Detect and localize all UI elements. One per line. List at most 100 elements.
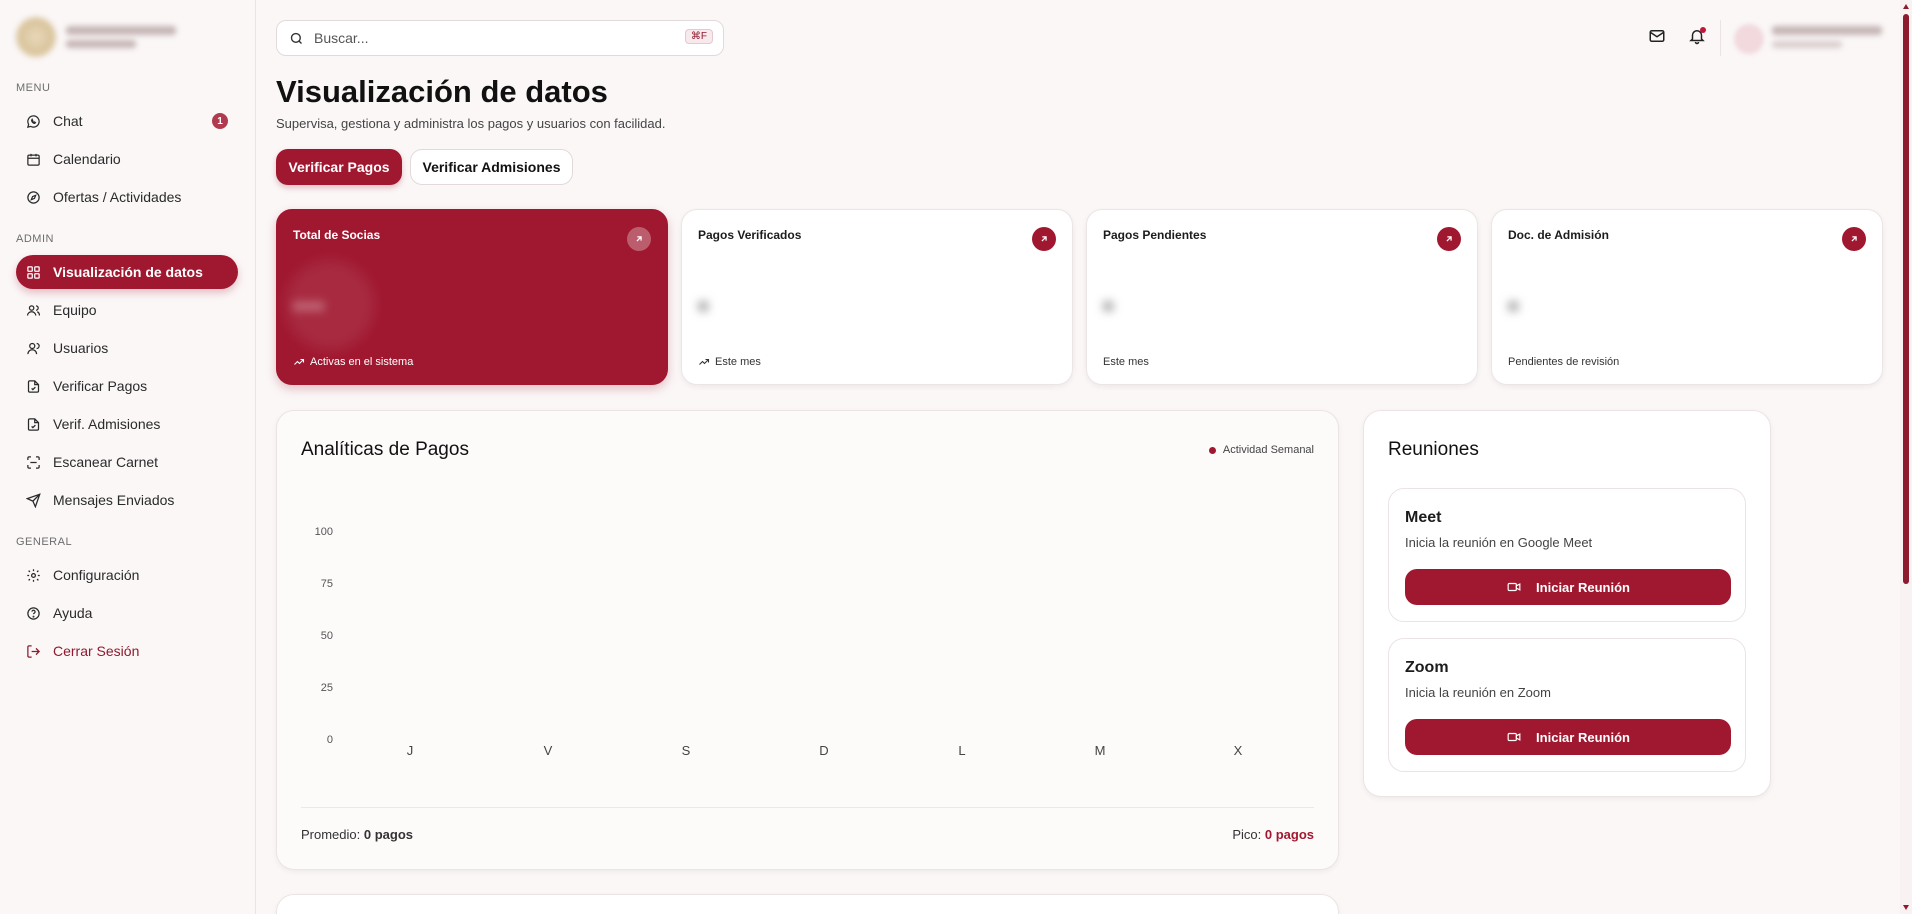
stat-value-redacted: • — [1103, 290, 1114, 323]
scroll-thumb[interactable] — [1903, 14, 1909, 584]
chat-unread-badge: 1 — [212, 113, 228, 129]
stat-footer: Pendientes de revisión — [1508, 356, 1620, 368]
sidebar: MENU Chat 1 Calendario Ofertas / Activid… — [0, 0, 256, 914]
y-tick-label: 0 — [327, 734, 333, 746]
arrow-up-right-icon[interactable] — [1032, 227, 1056, 251]
meeting-description: Inicia la reunión en Zoom — [1405, 685, 1551, 700]
sidebar-item-label: Ofertas / Actividades — [53, 189, 182, 205]
sidebar-item-configuracion[interactable]: Configuración — [16, 558, 238, 592]
verificar-pagos-button[interactable]: Verificar Pagos — [276, 149, 402, 185]
sidebar-item-mensajes-enviados[interactable]: Mensajes Enviados — [16, 483, 238, 517]
chat-icon — [26, 114, 40, 128]
sidebar-item-escanear-carnet[interactable]: Escanear Carnet — [16, 445, 238, 479]
x-tick-label: M — [1095, 743, 1106, 758]
stat-value-redacted: ••• — [293, 290, 325, 323]
y-tick-label: 25 — [321, 682, 333, 694]
search-input[interactable] — [314, 30, 674, 46]
search-bar[interactable]: ⌘F — [276, 20, 724, 56]
stat-title: Total de Socias — [293, 228, 381, 242]
calendar-icon — [27, 153, 40, 166]
sidebar-item-calendario[interactable]: Calendario — [16, 142, 238, 176]
stat-card-pagos-verificados[interactable]: Pagos Verificados • Este mes — [681, 209, 1073, 385]
brand-name — [66, 26, 176, 48]
stat-card-total-socias[interactable]: Total de Socias ••• Activas en el sistem… — [276, 209, 668, 385]
sidebar-item-visualizacion[interactable]: Visualización de datos — [16, 255, 238, 289]
scroll-down-arrow[interactable] — [1903, 905, 1909, 910]
start-meet-button[interactable]: Iniciar Reunión — [1405, 569, 1731, 605]
stat-value-redacted: • — [698, 290, 709, 323]
scan-icon — [27, 455, 40, 469]
chart-average: Promedio: 0 pagos — [301, 827, 413, 842]
gear-icon — [27, 568, 40, 582]
x-tick-label: S — [682, 743, 691, 758]
page-subtitle: Supervisa, gestiona y administra los pag… — [276, 116, 666, 131]
meeting-card-meet: Meet Inicia la reunión en Google Meet In… — [1388, 488, 1746, 622]
stat-title: Pagos Pendientes — [1103, 228, 1207, 242]
sidebar-item-label: Mensajes Enviados — [53, 492, 175, 508]
stat-title: Pagos Verificados — [698, 228, 802, 242]
compass-icon — [27, 190, 40, 204]
mail-icon[interactable] — [1648, 27, 1666, 45]
sidebar-item-label: Equipo — [53, 302, 97, 318]
sidebar-item-label: Escanear Carnet — [53, 454, 159, 470]
stat-footer: Este mes — [698, 356, 761, 368]
dashboard-grid-icon — [27, 265, 40, 279]
y-tick-label: 100 — [315, 526, 333, 538]
stat-card-doc-admision[interactable]: Doc. de Admisión • Pendientes de revisió… — [1491, 209, 1883, 385]
chart-peak: Pico: 0 pagos — [1232, 827, 1314, 842]
sidebar-item-usuarios[interactable]: Usuarios — [16, 331, 238, 365]
meetings-panel: Reuniones Meet Inicia la reunión en Goog… — [1363, 410, 1771, 797]
file-check-icon — [27, 417, 40, 431]
sidebar-item-label: Verif. Admisiones — [53, 416, 161, 432]
stat-footer: Este mes — [1103, 356, 1149, 368]
notification-dot — [1700, 27, 1706, 33]
next-panel — [276, 894, 1339, 914]
sidebar-item-ofertas[interactable]: Ofertas / Actividades — [16, 180, 238, 214]
search-shortcut-hint: ⌘F — [684, 29, 713, 44]
sidebar-item-verif-admisiones[interactable]: Verif. Admisiones — [16, 407, 238, 441]
brand-logo[interactable] — [16, 14, 186, 60]
sidebar-item-label: Configuración — [53, 567, 140, 583]
help-icon — [27, 606, 40, 620]
meetings-title: Reuniones — [1388, 439, 1479, 460]
meeting-name: Meet — [1405, 509, 1442, 526]
trending-up-icon — [699, 358, 710, 365]
arrow-up-right-icon[interactable] — [1842, 227, 1866, 251]
team-icon — [26, 304, 41, 316]
sidebar-item-label: Cerrar Sesión — [53, 643, 140, 659]
video-camera-icon — [1507, 732, 1521, 742]
sidebar-item-chat[interactable]: Chat 1 — [16, 104, 238, 138]
page-scrollbar[interactable] — [1900, 0, 1912, 914]
logo-icon — [16, 17, 56, 57]
payments-analytics-panel: Analíticas de Pagos Actividad Semanal 02… — [276, 410, 1339, 870]
chart-footer-divider — [301, 807, 1314, 808]
scroll-up-arrow[interactable] — [1903, 4, 1909, 9]
stat-value-redacted: • — [1508, 290, 1519, 323]
sidebar-item-label: Calendario — [53, 151, 121, 167]
sidebar-item-label: Visualización de datos — [53, 264, 203, 280]
sidebar-item-label: Chat — [53, 113, 83, 129]
send-icon — [26, 492, 41, 508]
sidebar-item-cerrar-sesion[interactable]: Cerrar Sesión — [16, 634, 238, 668]
stat-card-pagos-pendientes[interactable]: Pagos Pendientes • Este mes — [1086, 209, 1478, 385]
avatar[interactable] — [1734, 24, 1764, 54]
sidebar-item-equipo[interactable]: Equipo — [16, 293, 238, 327]
header-divider — [1720, 20, 1721, 56]
video-camera-icon — [1507, 582, 1521, 592]
verificar-admisiones-button[interactable]: Verificar Admisiones — [410, 149, 573, 185]
x-tick-label: J — [407, 743, 414, 758]
arrow-up-right-icon[interactable] — [1437, 227, 1461, 251]
file-check-icon — [27, 379, 40, 393]
section-label-admin: ADMIN — [16, 233, 54, 245]
sidebar-item-label: Usuarios — [53, 340, 109, 356]
user-profile[interactable] — [1772, 26, 1882, 48]
trending-up-icon — [294, 358, 305, 365]
sidebar-item-label: Verificar Pagos — [53, 378, 148, 394]
stat-footer: Activas en el sistema — [293, 356, 413, 368]
sidebar-item-ayuda[interactable]: Ayuda — [16, 596, 238, 630]
start-zoom-button[interactable]: Iniciar Reunión — [1405, 719, 1731, 755]
chart-canvas: 0 25 50 75 100 J V S D L M X — [315, 526, 1243, 758]
arrow-up-right-icon[interactable] — [627, 227, 651, 251]
sidebar-item-verificar-pagos[interactable]: Verificar Pagos — [16, 369, 238, 403]
section-label-general: GENERAL — [16, 536, 73, 548]
